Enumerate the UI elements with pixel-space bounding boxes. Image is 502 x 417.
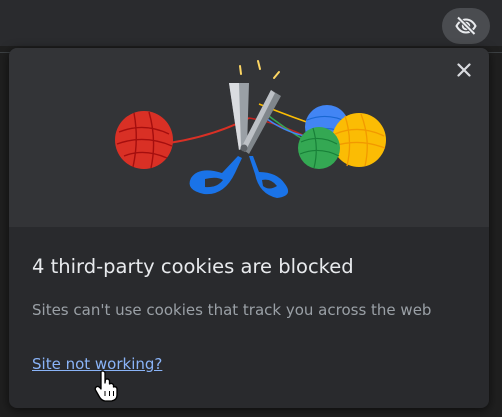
- green-yarn-ball: [298, 127, 340, 169]
- dialog-title: 4 third-party cookies are blocked: [32, 255, 354, 278]
- close-icon: [457, 62, 471, 81]
- eye-off-icon: [454, 14, 478, 38]
- sparkle-lines: [239, 60, 280, 79]
- dialog-subtitle: Sites can't use cookies that track you a…: [32, 301, 432, 319]
- cookies-blocked-dialog: 4 third-party cookies are blocked Sites …: [9, 48, 489, 408]
- close-button[interactable]: [451, 58, 477, 84]
- scissors: [189, 83, 289, 198]
- browser-toolbar: [0, 0, 502, 46]
- red-yarn-ball: [115, 111, 173, 169]
- yellow-yarn-ball: [332, 113, 386, 167]
- illustration-banner: [9, 48, 489, 227]
- scissors-cutting-yarn-balls-illustration: [115, 60, 386, 198]
- third-party-cookies-toggle-button[interactable]: [442, 8, 490, 44]
- hand-pointer-icon: [94, 369, 120, 403]
